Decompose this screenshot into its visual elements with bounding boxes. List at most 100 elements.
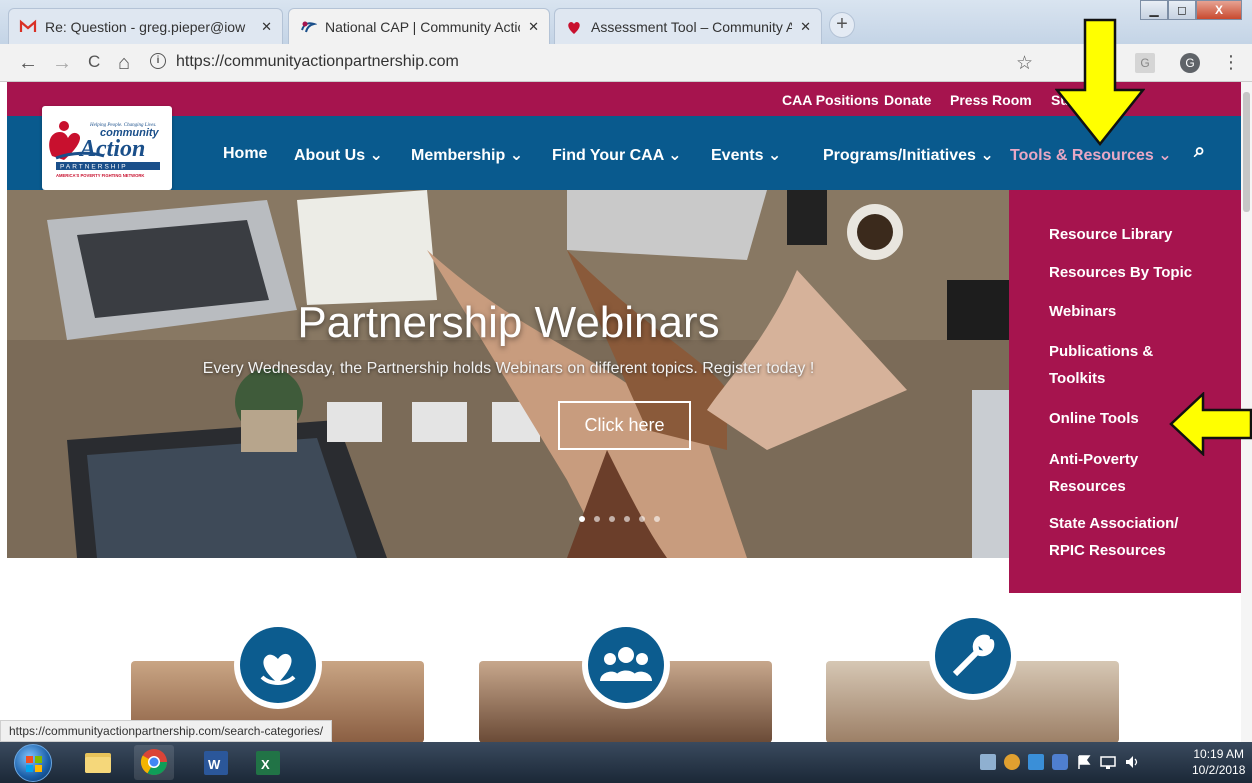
folder-icon (85, 753, 111, 773)
dropdown-item-label: Resources (1049, 478, 1126, 495)
search-icon[interactable]: ⌕ (1194, 140, 1205, 163)
back-icon[interactable]: ← (18, 52, 38, 75)
tab-close-icon[interactable]: ✕ (800, 19, 811, 35)
cap-heart-icon (565, 18, 583, 36)
cap-logo-icon (299, 18, 318, 36)
tab-gmail[interactable]: Re: Question - greg.pieper@iow ✕ (8, 8, 283, 44)
dropdown-item-resource-library[interactable]: Resource Library (1049, 221, 1229, 248)
svg-text:W: W (208, 757, 221, 772)
dropdown-item-label: Publications & (1049, 343, 1154, 360)
taskbar-clock[interactable]: 10:19 AM 10/2/2018 (1192, 746, 1245, 778)
community-action-logo[interactable]: Helping People. Changing Lives. communit… (42, 106, 172, 190)
start-button[interactable] (14, 744, 52, 782)
tab-assessment-tool[interactable]: Assessment Tool – Community A ✕ (554, 8, 822, 44)
wrench-icon (952, 634, 995, 677)
nav-programs-initiatives[interactable]: Programs/Initiatives ⌄ (823, 145, 994, 165)
taskbar-word[interactable]: W (196, 745, 236, 780)
dropdown-item-label: State Association/ (1049, 515, 1179, 532)
card-icon-heart-hands[interactable] (234, 621, 322, 709)
network-tray-icon[interactable] (1100, 754, 1116, 770)
dropdown-item-label: Resource Library (1049, 226, 1173, 243)
heart-hands-icon (260, 653, 296, 685)
chrome-icon (140, 749, 168, 776)
slider-dot[interactable] (654, 516, 660, 522)
group-people-icon (600, 647, 652, 681)
dropdown-item-webinars[interactable]: Webinars (1049, 298, 1229, 325)
url-field[interactable]: https://communityactionpartnership.com (176, 53, 459, 71)
slider-dots (579, 516, 660, 522)
logo-network: AMERICA'S POVERTY FIGHTING NETWORK (56, 173, 144, 178)
utility-link-caa-positions[interactable]: CAA Positions (782, 92, 879, 108)
tab-title: Assessment Tool – Community A (591, 18, 793, 35)
dropdown-item-label: RPIC Resources (1049, 542, 1166, 559)
windows-logo-icon (26, 756, 42, 772)
close-window-button[interactable]: X (1196, 0, 1242, 20)
shield-tray-icon[interactable] (1052, 754, 1068, 770)
update-tray-icon[interactable] (1028, 754, 1044, 770)
site-info-icon[interactable]: i (150, 53, 166, 69)
annotation-left-arrow-icon (1169, 392, 1252, 456)
slider-dot[interactable] (609, 516, 615, 522)
maximize-button[interactable]: ◻ (1168, 0, 1196, 20)
home-icon[interactable]: ⌂ (118, 52, 130, 75)
flag-tray-icon[interactable] (1076, 754, 1092, 770)
taskbar-chrome[interactable] (134, 745, 174, 780)
excel-icon: X (256, 751, 280, 775)
tab-title: Re: Question - greg.pieper@iow (45, 18, 246, 35)
taskbar-file-explorer[interactable] (78, 745, 118, 780)
hero-slider: Partnership Webinars Every Wednesday, th… (7, 190, 1010, 558)
dropdown-item-state-association-rpic[interactable]: State Association/ RPIC Resources (1049, 510, 1229, 564)
slider-dot[interactable] (624, 516, 630, 522)
utility-link-press-room[interactable]: Press Room (950, 92, 1032, 108)
dropdown-item-label: Webinars (1049, 303, 1117, 320)
nav-find-your-caa[interactable]: Find Your CAA ⌄ (552, 145, 682, 165)
hero-subtitle: Every Wednesday, the Partnership holds W… (202, 360, 815, 377)
slider-dot[interactable] (639, 516, 645, 522)
new-tab-button[interactable]: + (829, 12, 855, 38)
card-icon-wrench[interactable] (929, 612, 1017, 700)
reload-icon[interactable]: C (88, 52, 100, 72)
slider-dot[interactable] (594, 516, 600, 522)
gmail-icon (19, 18, 37, 36)
printer-tray-icon[interactable] (980, 754, 996, 770)
dropdown-item-label: Resources By Topic (1049, 264, 1193, 281)
tab-national-cap[interactable]: National CAP | Community Actio ✕ (288, 8, 550, 44)
bookmark-star-icon[interactable]: ☆ (1016, 52, 1033, 75)
hero-title: Partnership Webinars (297, 298, 720, 347)
nav-tools-resources[interactable]: Tools & Resources ⌄ (1010, 145, 1172, 165)
profile-avatar[interactable]: G (1180, 53, 1200, 73)
slider-dot[interactable] (579, 516, 585, 522)
logo-action: Action (78, 136, 145, 162)
dropdown-item-resources-by-topic[interactable]: Resources By Topic (1049, 259, 1229, 286)
security-tray-icon[interactable] (1004, 754, 1020, 770)
taskbar-excel[interactable]: X (248, 745, 288, 780)
scrollbar-thumb[interactable] (1243, 92, 1250, 212)
nav-about-us[interactable]: About Us ⌄ (294, 145, 383, 165)
dropdown-item-label: Anti-Poverty (1049, 451, 1139, 468)
svg-text:X: X (261, 757, 270, 772)
nav-events[interactable]: Events ⌄ (711, 145, 781, 165)
tab-close-icon[interactable]: ✕ (528, 19, 539, 35)
tab-title: National CAP | Community Actio (325, 18, 521, 35)
minimize-button[interactable]: ▁ (1140, 0, 1168, 20)
volume-tray-icon[interactable] (1124, 754, 1140, 770)
clock-time: 10:19 AM (1193, 747, 1245, 761)
annotation-down-arrow-icon (1055, 18, 1145, 146)
status-bar-url: https://communityactionpartnership.com/s… (0, 720, 333, 742)
word-icon: W (204, 751, 228, 775)
tab-close-icon[interactable]: ✕ (261, 19, 272, 35)
forward-icon[interactable]: → (52, 52, 72, 75)
clock-date: 10/2/2018 (1192, 763, 1246, 777)
dropdown-item-label: Online Tools (1049, 410, 1139, 427)
windows-taskbar: W X 10:19 AM 10/2/2018 (0, 742, 1252, 783)
hero-click-here-button[interactable]: Click here (558, 401, 691, 450)
nav-membership[interactable]: Membership ⌄ (411, 145, 523, 165)
browser-menu-icon[interactable]: ⋮ (1222, 52, 1240, 73)
nav-home[interactable]: Home (223, 145, 267, 163)
window-controls: ▁ ◻ X (1140, 0, 1242, 20)
dropdown-item-label: Toolkits (1049, 370, 1106, 387)
dropdown-item-publications-toolkits[interactable]: Publications & Toolkits (1049, 338, 1229, 392)
utility-link-donate[interactable]: Donate (884, 92, 931, 108)
card-icon-group[interactable] (582, 621, 670, 709)
logo-partnership: PARTNERSHIP (60, 164, 128, 171)
